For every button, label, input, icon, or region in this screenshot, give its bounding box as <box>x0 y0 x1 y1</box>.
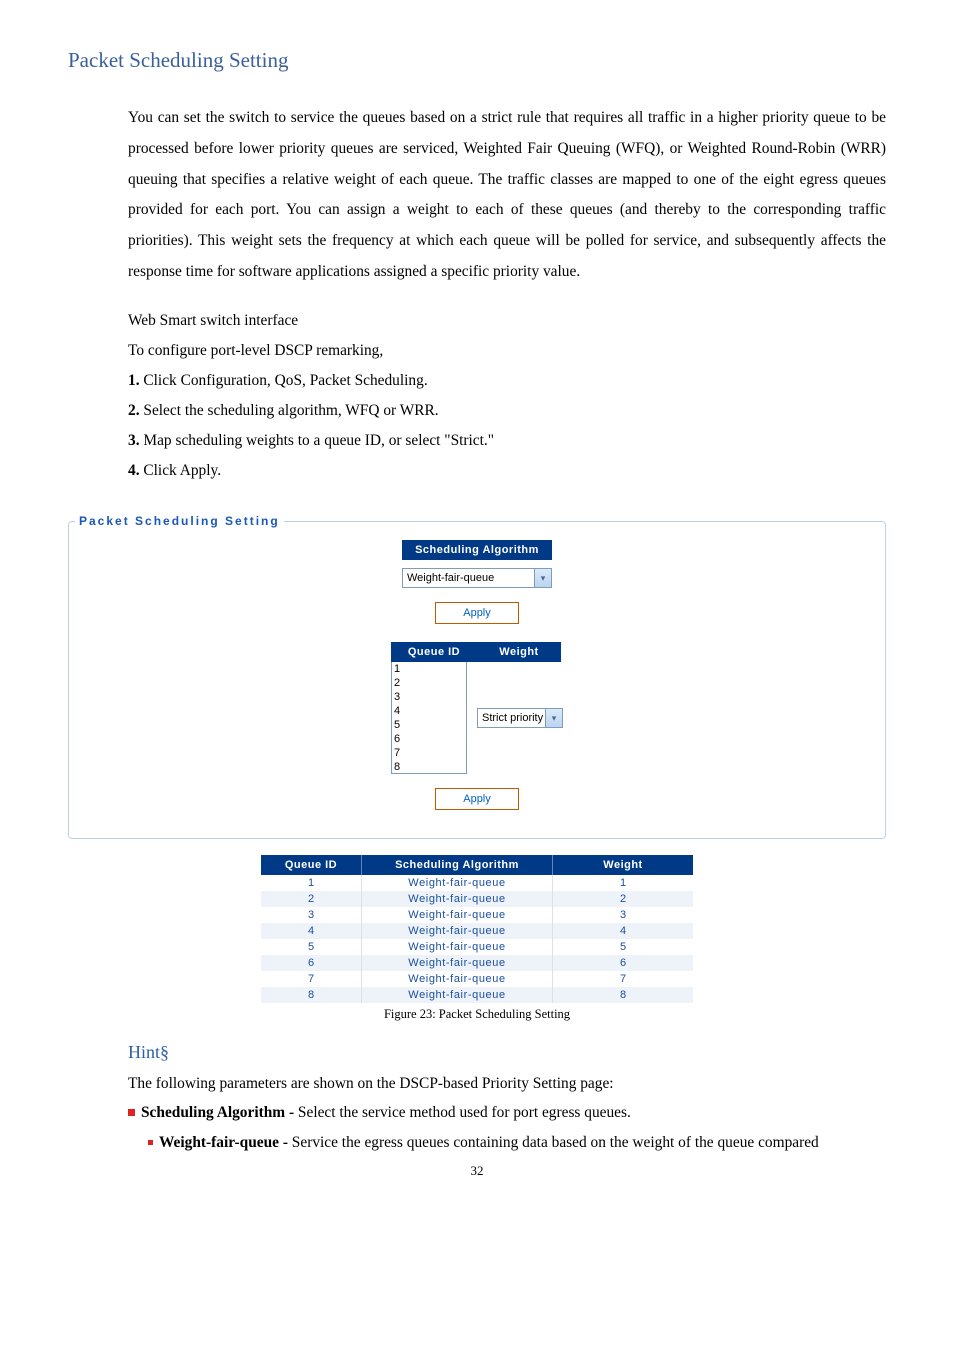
table-row: 5Weight-fair-queue5 <box>261 939 693 955</box>
cell-weight: 1 <box>553 875 694 891</box>
queue-option-3[interactable]: 3 <box>394 690 464 704</box>
figure-caption: Figure 23: Packet Scheduling Setting <box>68 1007 886 1022</box>
scheduling-algorithm-header: Scheduling Algorithm <box>402 540 552 560</box>
cell-algorithm: Weight-fair-queue <box>362 971 553 987</box>
intro-paragraph: You can set the switch to service the qu… <box>128 103 886 288</box>
square-bullet-icon <box>128 1109 135 1116</box>
step-2: 2. Select the scheduling algorithm, WFQ … <box>128 396 886 426</box>
queue-option-6[interactable]: 6 <box>394 732 464 746</box>
cell-algorithm: Weight-fair-queue <box>362 955 553 971</box>
hint-bullet-1: Scheduling Algorithm - Select the servic… <box>128 1098 886 1127</box>
cell-weight: 7 <box>553 971 694 987</box>
th-queue-id: Queue ID <box>261 855 362 875</box>
cell-weight: 5 <box>553 939 694 955</box>
cell-queue-id: 3 <box>261 907 362 923</box>
queue-summary-table: Queue ID Scheduling Algorithm Weight 1We… <box>261 855 693 1003</box>
cell-algorithm: Weight-fair-queue <box>362 907 553 923</box>
cell-queue-id: 1 <box>261 875 362 891</box>
packet-scheduling-fieldset: Packet Scheduling Setting Scheduling Alg… <box>68 514 886 839</box>
cell-algorithm: Weight-fair-queue <box>362 875 553 891</box>
cell-algorithm: Weight-fair-queue <box>362 939 553 955</box>
steps-intro: To configure port-level DSCP remarking, <box>128 336 886 366</box>
queue-option-8[interactable]: 8 <box>394 760 464 774</box>
table-row: 3Weight-fair-queue3 <box>261 907 693 923</box>
cell-queue-id: 7 <box>261 971 362 987</box>
apply-button-bottom[interactable]: Apply <box>435 788 519 810</box>
cell-queue-id: 5 <box>261 939 362 955</box>
page-title: Packet Scheduling Setting <box>68 48 886 73</box>
table-row: 6Weight-fair-queue6 <box>261 955 693 971</box>
table-row: 7Weight-fair-queue7 <box>261 971 693 987</box>
queue-weight-box: Queue ID 1 2 3 4 5 6 7 8 Weight <box>391 642 563 774</box>
table-row: 8Weight-fair-queue8 <box>261 987 693 1003</box>
hint-subbullet-1a: Weight-fair-queue - Service the egress q… <box>148 1128 886 1157</box>
th-scheduling-algorithm: Scheduling Algorithm <box>362 855 553 875</box>
hint-intro: The following parameters are shown on th… <box>128 1069 886 1098</box>
fieldset-legend: Packet Scheduling Setting <box>75 514 284 528</box>
weight-select[interactable]: Strict priority ▾ <box>477 708 563 728</box>
step-4: 4. Click Apply. <box>128 456 886 486</box>
cell-queue-id: 8 <box>261 987 362 1003</box>
scheduling-algorithm-value: Weight-fair-queue <box>407 572 494 584</box>
square-bullet-icon <box>148 1140 153 1145</box>
step-3: 3. Map scheduling weights to a queue ID,… <box>128 426 886 456</box>
table-row: 2Weight-fair-queue2 <box>261 891 693 907</box>
queue-option-4[interactable]: 4 <box>394 704 464 718</box>
weight-select-value: Strict priority <box>482 712 543 724</box>
table-row: 1Weight-fair-queue1 <box>261 875 693 891</box>
chevron-down-icon: ▾ <box>534 569 551 587</box>
hint-heading: Hint§ <box>128 1042 886 1063</box>
table-row: 4Weight-fair-queue4 <box>261 923 693 939</box>
cell-weight: 2 <box>553 891 694 907</box>
chevron-down-icon: ▾ <box>545 709 562 727</box>
queue-id-listbox[interactable]: 1 2 3 4 5 6 7 8 <box>391 662 467 774</box>
queue-option-7[interactable]: 7 <box>394 746 464 760</box>
cell-algorithm: Weight-fair-queue <box>362 923 553 939</box>
cell-queue-id: 2 <box>261 891 362 907</box>
cell-queue-id: 4 <box>261 923 362 939</box>
th-weight: Weight <box>553 855 694 875</box>
cell-queue-id: 6 <box>261 955 362 971</box>
weight-header: Weight <box>477 642 561 662</box>
cell-weight: 8 <box>553 987 694 1003</box>
cell-algorithm: Weight-fair-queue <box>362 891 553 907</box>
cell-weight: 6 <box>553 955 694 971</box>
interface-label: Web Smart switch interface <box>128 306 886 336</box>
cell-weight: 4 <box>553 923 694 939</box>
queue-id-header: Queue ID <box>391 642 477 662</box>
queue-option-5[interactable]: 5 <box>394 718 464 732</box>
cell-algorithm: Weight-fair-queue <box>362 987 553 1003</box>
queue-option-1[interactable]: 1 <box>394 662 464 676</box>
cell-weight: 3 <box>553 907 694 923</box>
queue-option-2[interactable]: 2 <box>394 676 464 690</box>
step-1: 1. Click Configuration, QoS, Packet Sche… <box>128 366 886 396</box>
page-number: 32 <box>68 1163 886 1179</box>
scheduling-algorithm-select[interactable]: Weight-fair-queue ▾ <box>402 568 552 588</box>
apply-button-top[interactable]: Apply <box>435 602 519 624</box>
